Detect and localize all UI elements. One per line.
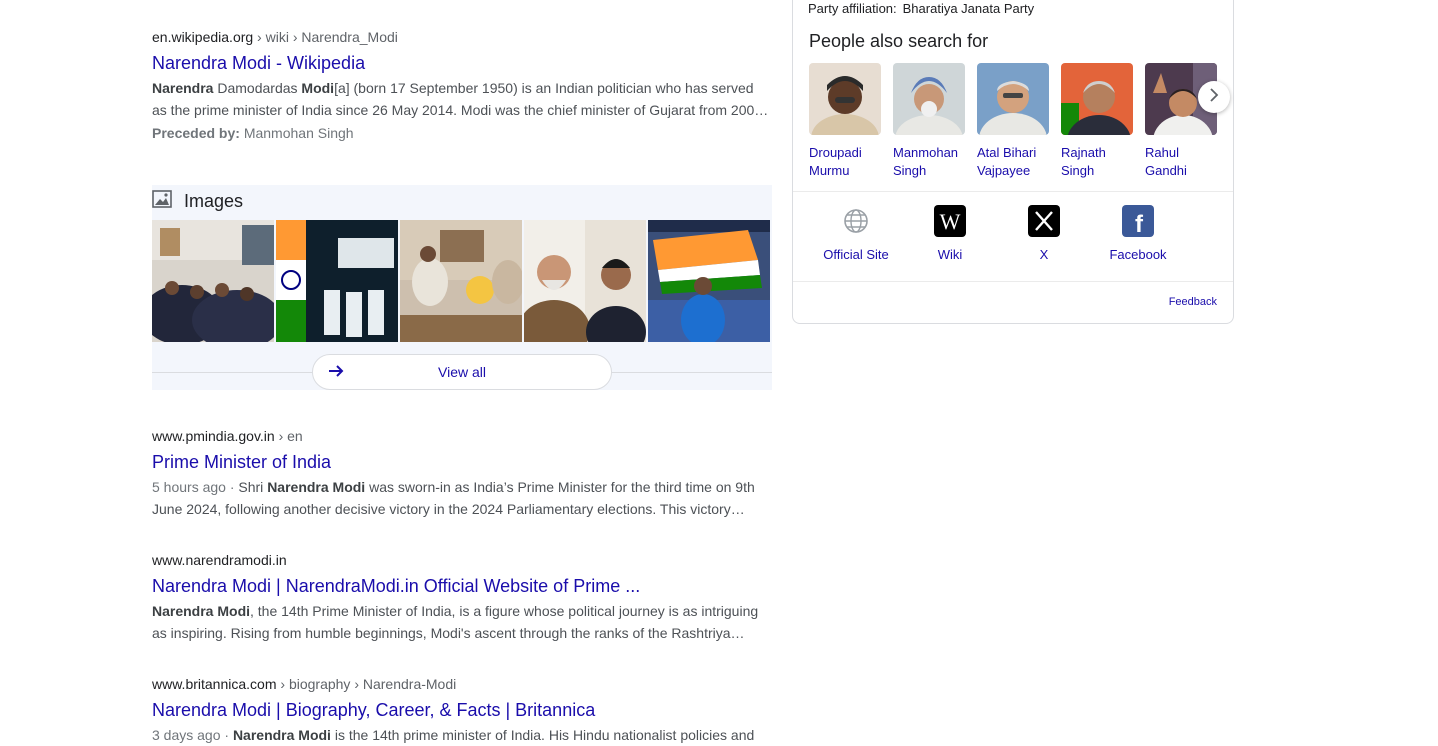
image-thumbnail[interactable] xyxy=(276,220,398,342)
person-name: Manmohan Singh xyxy=(893,145,959,178)
party-affiliation: Party affiliation: Bharatiya Janata Party xyxy=(808,1,1034,16)
result-path: › wiki › Narendra_Modi xyxy=(253,29,398,45)
facebook-icon: f xyxy=(1122,205,1154,237)
result-date: 5 hours ago · xyxy=(152,479,239,495)
result-path: › biography › Narendra-Modi xyxy=(276,676,457,692)
person-card[interactable]: Rahul Gandhi xyxy=(1145,63,1217,180)
party-value[interactable]: Bharatiya Janata Party xyxy=(903,1,1035,16)
images-heading: Images xyxy=(184,190,244,211)
party-label: Party affiliation: xyxy=(808,1,897,16)
snippet-text: Damodardas xyxy=(213,80,302,96)
panel-divider xyxy=(793,191,1233,192)
profiles-row: Official Site W Wiki X f Facebook xyxy=(809,205,1185,262)
view-all-button[interactable]: View all xyxy=(312,354,612,390)
view-all-label: View all xyxy=(438,364,486,380)
person-name: Atal Bihari Vajpayee xyxy=(977,145,1037,178)
profile-wiki[interactable]: W Wiki xyxy=(903,205,997,262)
x-icon xyxy=(1028,205,1060,237)
result-domain: en.wikipedia.org xyxy=(152,29,254,45)
wikipedia-icon: W xyxy=(934,205,966,237)
images-section: Images View all xyxy=(152,185,772,390)
result-snippet: 3 days ago · Narendra Modi is the 14th p… xyxy=(152,724,772,746)
person-photo xyxy=(809,63,881,135)
result-title-link[interactable]: Narendra Modi | NarendraModi.in Official… xyxy=(152,574,772,598)
result-cite[interactable]: www.britannica.com › biography › Narendr… xyxy=(152,674,772,694)
person-card[interactable]: Rajnath Singh xyxy=(1061,63,1133,180)
result-title-link[interactable]: Prime Minister of India xyxy=(152,450,772,474)
globe-icon xyxy=(840,205,872,237)
person-photo xyxy=(1061,63,1133,135)
result-domain: www.pmindia.gov.in xyxy=(152,428,275,444)
svg-text:W: W xyxy=(940,209,961,234)
image-thumbnails xyxy=(152,220,770,342)
result-snippet: 5 hours ago · Shri Narendra Modi was swo… xyxy=(152,476,772,520)
result-snippet: Narendra Modi, the 14th Prime Minister o… xyxy=(152,600,772,644)
profile-label: Facebook xyxy=(1109,247,1167,262)
result-cite[interactable]: www.narendramodi.in xyxy=(152,550,772,570)
result-cite[interactable]: www.pmindia.gov.in › en xyxy=(152,426,772,446)
people-also-search-title: People also search for xyxy=(809,31,989,51)
snippet-text: Shri xyxy=(238,479,268,495)
result-path: › en xyxy=(274,428,303,444)
result-wikipedia: en.wikipedia.org › wiki › Narendra_Modi … xyxy=(152,27,772,141)
person-photo xyxy=(977,63,1049,135)
profile-label: X xyxy=(1039,247,1049,262)
person-card[interactable]: Droupadi Murmu xyxy=(809,63,881,180)
person-name: Rahul Gandhi xyxy=(1145,145,1187,178)
profile-label: Wiki xyxy=(937,247,963,262)
arrow-right-icon xyxy=(327,362,345,385)
profile-official-site[interactable]: Official Site xyxy=(809,205,903,262)
profile-x[interactable]: X xyxy=(997,205,1091,262)
feedback-link[interactable]: Feedback xyxy=(1169,296,1217,308)
person-card[interactable]: Manmohan Singh xyxy=(893,63,965,180)
snippet-bold: Modi xyxy=(301,80,335,96)
person-name: Droupadi Murmu xyxy=(809,145,862,178)
result-pmindia: www.pmindia.gov.in › en Prime Minister o… xyxy=(152,426,772,520)
image-icon xyxy=(152,189,172,213)
image-thumbnail[interactable] xyxy=(400,220,522,342)
image-thumbnail[interactable] xyxy=(648,220,770,342)
person-photo xyxy=(893,63,965,135)
person-card[interactable]: Atal Bihari Vajpayee xyxy=(977,63,1049,180)
result-title-link[interactable]: Narendra Modi | Biography, Career, & Fac… xyxy=(152,698,772,722)
profile-facebook[interactable]: f Facebook xyxy=(1091,205,1185,262)
svg-text:f: f xyxy=(1135,211,1144,237)
meta-label: Preceded by: xyxy=(152,125,240,141)
result-narendramodi: www.narendramodi.in Narendra Modi | Nare… xyxy=(152,550,772,644)
people-carousel: Droupadi Murmu Manmohan Singh Atal Bihar… xyxy=(809,63,1217,180)
result-domain: www.narendramodi.in xyxy=(152,552,287,568)
meta-value: Manmohan Singh xyxy=(239,125,354,141)
result-domain: www.britannica.com xyxy=(152,676,277,692)
snippet-bold: Narendra xyxy=(152,80,214,96)
image-thumbnail[interactable] xyxy=(152,220,274,342)
carousel-next-button[interactable] xyxy=(1198,81,1230,113)
images-header: Images xyxy=(152,189,243,213)
snippet-bold: Narendra Modi xyxy=(267,479,366,495)
snippet-bold: Narendra Modi xyxy=(152,603,251,619)
result-meta: Preceded by: Manmohan Singh xyxy=(152,125,772,141)
profile-label: Official Site xyxy=(823,247,889,262)
result-britannica: www.britannica.com › biography › Narendr… xyxy=(152,674,772,746)
person-name: Rajnath Singh xyxy=(1061,145,1106,178)
result-snippet: Narendra Damodardas Modi[a] (born 17 Sep… xyxy=(152,77,772,121)
result-cite[interactable]: en.wikipedia.org › wiki › Narendra_Modi xyxy=(152,27,772,47)
image-thumbnail[interactable] xyxy=(524,220,646,342)
chevron-right-icon xyxy=(1208,87,1220,107)
knowledge-panel: Party affiliation: Bharatiya Janata Party… xyxy=(792,0,1234,324)
panel-divider xyxy=(793,281,1233,282)
result-title-link[interactable]: Narendra Modi - Wikipedia xyxy=(152,51,772,75)
